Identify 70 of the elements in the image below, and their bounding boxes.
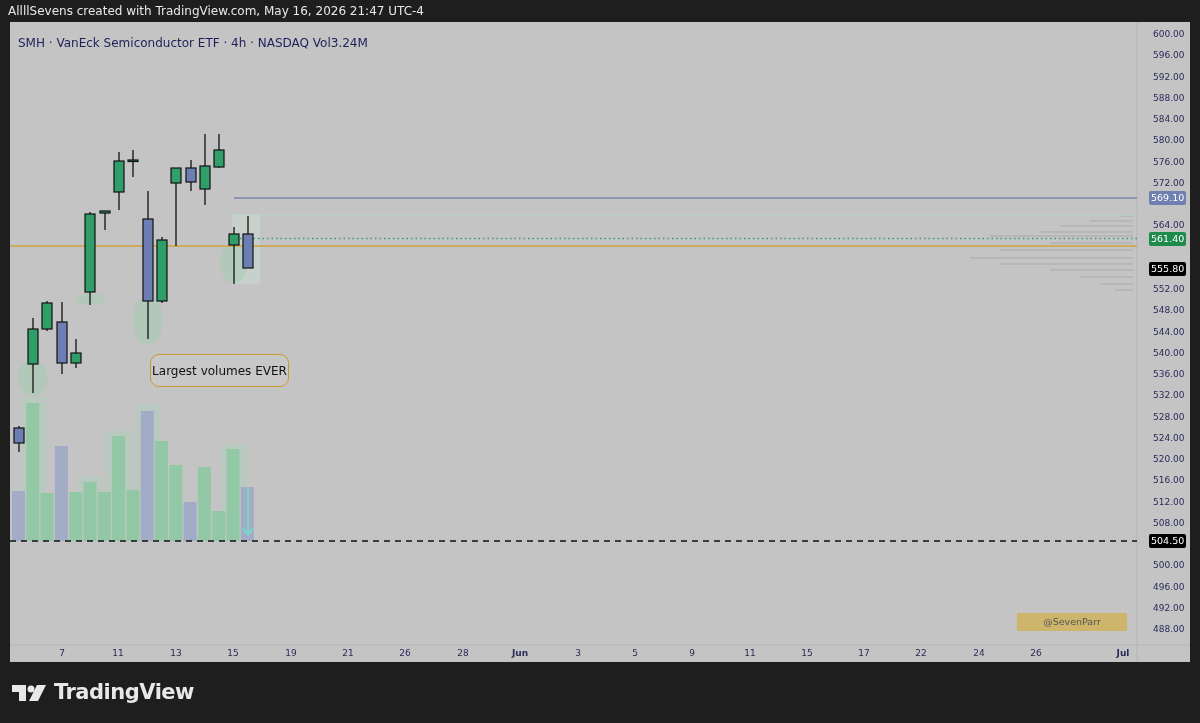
time-tick-label: 26 (398, 647, 412, 659)
time-tick-label: Jul (1115, 647, 1131, 659)
price-tick-label: 532.00 (1153, 389, 1185, 402)
price-label: 569.10 (1149, 191, 1187, 205)
price-tick-label: 544.00 (1153, 325, 1185, 338)
price-tick-label: 512.00 (1153, 495, 1185, 508)
price-tick-label: 492.00 (1153, 601, 1185, 614)
candle (127, 149, 139, 178)
candle (213, 133, 225, 169)
signature-label: @SevenParr (1017, 613, 1127, 631)
candle (41, 300, 53, 332)
time-tick-label: 15 (226, 647, 240, 659)
price-tick-label: 588.00 (1153, 91, 1185, 104)
ellipse-marker (75, 293, 105, 305)
candle (70, 338, 82, 369)
candle (228, 226, 240, 285)
candle (113, 151, 125, 211)
price-tick-label: 548.00 (1153, 304, 1185, 317)
time-tick-label: 26 (1029, 647, 1043, 659)
time-tick-label: 15 (800, 647, 814, 659)
price-tick-label: 580.00 (1153, 134, 1185, 147)
time-tick-label: Jun (512, 647, 528, 659)
ellipse-marker (133, 295, 163, 345)
price-tick-label: 600.00 (1153, 28, 1185, 40)
price-tick-label: 524.00 (1153, 431, 1185, 444)
price-label: 504.50 (1149, 534, 1187, 548)
price-tick-label: 528.00 (1153, 410, 1185, 423)
volume-bar (83, 482, 97, 541)
price-label: 555.80 (1149, 261, 1187, 276)
price-tick-label: 508.00 (1153, 516, 1185, 529)
time-tick-label: 3 (574, 647, 582, 659)
chart-legend: SMH · VanEck Semiconductor ETF · 4h · NASDAQ Vol3.24M (18, 34, 368, 52)
time-tick-label: 28 (456, 647, 470, 659)
price-tick-label: 500.00 (1153, 559, 1185, 572)
time-tick-label: 7 (58, 647, 66, 659)
candle (185, 159, 197, 192)
time-tick-label: 11 (111, 647, 125, 659)
candle (99, 210, 111, 231)
time-tick-label: 5 (631, 647, 639, 659)
logo-text: TradingView (54, 678, 194, 706)
price-tick-label: 520.00 (1153, 453, 1185, 465)
annotation-callout: Largest volumes EVER (150, 354, 289, 387)
arrow-down-icon (242, 487, 254, 537)
time-tick-label: 17 (857, 647, 871, 659)
candle (242, 215, 254, 269)
price-tick-label: 488.00 (1153, 623, 1185, 635)
time-tick-label: 22 (914, 647, 928, 659)
time-tick-label: 11 (743, 647, 757, 659)
logo-icon (12, 684, 46, 701)
price-tick-label: 536.00 (1153, 368, 1185, 380)
time-tick-label: 19 (284, 647, 298, 659)
price-tick-label: 596.00 (1153, 49, 1185, 62)
price-label: 561.40 (1149, 232, 1187, 246)
time-tick-label: 13 (169, 647, 183, 659)
price-tick-label: 564.00 (1153, 219, 1185, 232)
price-tick-label: 552.00 (1153, 283, 1185, 295)
ellipse-marker (18, 360, 48, 396)
price-tick-label: 584.00 (1153, 113, 1185, 125)
price-tick-label: 496.00 (1153, 580, 1185, 593)
price-tick-label: 540.00 (1153, 346, 1185, 359)
time-tick-label: 9 (688, 647, 696, 659)
price-tick-label: 572.00 (1153, 176, 1185, 189)
price-tick-label: 576.00 (1153, 155, 1185, 168)
time-tick-label: 24 (972, 647, 986, 659)
price-tick-label: 516.00 (1153, 474, 1185, 487)
header-title: AllllSevens created with TradingView.com, May 16, 2026 21:47 UTC-4 (8, 3, 424, 20)
time-tick-label: 21 (341, 647, 355, 659)
price-tick-label: 592.00 (1153, 70, 1185, 83)
candle (13, 425, 25, 453)
candle (156, 236, 168, 304)
